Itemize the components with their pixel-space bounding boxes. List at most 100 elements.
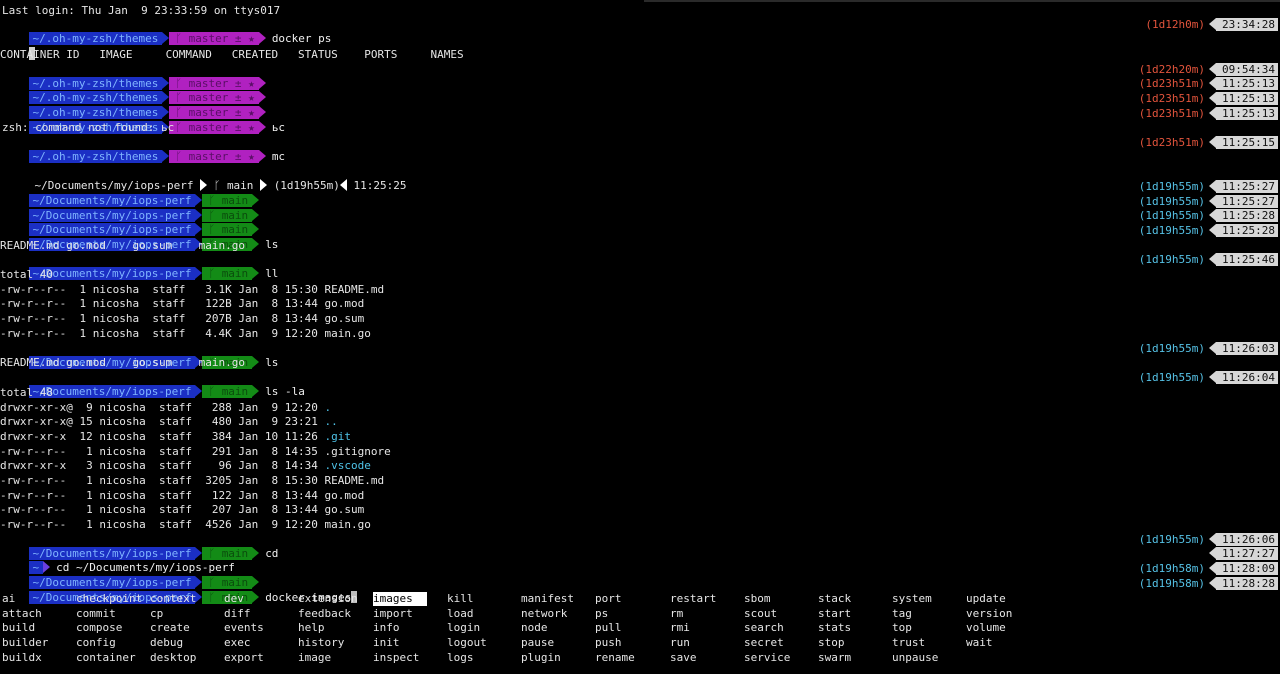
right-prompt: (1d22h20m) 09:54:34 — [1139, 63, 1278, 77]
la-row-dirname: .git — [324, 430, 352, 443]
completion-item-cp[interactable]: cp — [150, 607, 163, 621]
completion-item-volume[interactable]: volume — [966, 621, 1006, 635]
prompt-line: ~/Documents/my/iops-perf ᚴ main — [2, 180, 260, 207]
completion-item-history[interactable]: history — [298, 636, 344, 650]
completion-item-export[interactable]: export — [224, 651, 264, 665]
completion-item-images[interactable]: images — [373, 592, 427, 606]
completion-item-manifest[interactable]: manifest — [521, 592, 574, 606]
completion-item-swarm[interactable]: swarm — [818, 651, 851, 665]
right-prompt: (1d19h55m) 11:25:27 — [1139, 195, 1278, 209]
completion-item-build[interactable]: build — [2, 621, 35, 635]
completion-item-rename[interactable]: rename — [595, 651, 635, 665]
completion-item-context[interactable]: context — [150, 592, 196, 606]
completion-item-unpause[interactable]: unpause — [892, 651, 938, 665]
completion-item-inspect[interactable]: inspect — [373, 651, 419, 665]
completion-item-stats[interactable]: stats — [818, 621, 851, 635]
completion-item-create[interactable]: create — [150, 621, 190, 635]
prompt-path: ~/Documents/my/iops-perf — [28, 267, 196, 280]
prompt-git-branch: ᚴ master ± ★ — [169, 32, 259, 45]
completion-item-logout[interactable]: logout — [447, 636, 487, 650]
completion-item-restart[interactable]: restart — [670, 592, 716, 606]
powerline-arrow-left-icon — [1209, 342, 1217, 354]
completion-item-scout[interactable]: scout — [744, 607, 777, 621]
completion-item-commit[interactable]: commit — [76, 607, 116, 621]
completion-item-checkpoint[interactable]: checkpoint — [76, 592, 142, 606]
la-row-meta: -rw-r--r-- 1 nicosha staff 291 Jan 8 14:… — [0, 445, 325, 458]
completion-item-attach[interactable]: attach — [2, 607, 42, 621]
completion-item-dev[interactable]: dev — [224, 592, 244, 606]
completion-item-wait[interactable]: wait — [966, 636, 993, 650]
completion-item-network[interactable]: network — [521, 607, 567, 621]
prompt-time: 11:25:13 — [1216, 77, 1278, 90]
completion-item-rm[interactable]: rm — [670, 607, 683, 621]
completion-item-run[interactable]: run — [670, 636, 690, 650]
la-row: drwxr-xr-x@ 15 nicosha staff 480 Jan 9 2… — [0, 415, 338, 429]
prompt-elapsed: (1d23h51m) — [1138, 107, 1206, 120]
completion-item-buildx[interactable]: buildx — [2, 651, 42, 665]
completion-item-system[interactable]: system — [892, 592, 932, 606]
completion-item-exec[interactable]: exec — [224, 636, 251, 650]
completion-item-ai[interactable]: ai — [2, 592, 15, 606]
completion-item-top[interactable]: top — [892, 621, 912, 635]
completion-item-extension[interactable]: extension — [298, 592, 358, 606]
completion-item-info[interactable]: info — [373, 621, 400, 635]
command-text: ьс — [271, 121, 286, 134]
completion-item-init[interactable]: init — [373, 636, 400, 650]
command-text: docker ps — [271, 32, 332, 45]
la-row: drwxr-xr-x 12 nicosha staff 384 Jan 10 1… — [0, 430, 351, 444]
completion-item-image[interactable]: image — [298, 651, 331, 665]
completion-item-container[interactable]: container — [76, 651, 136, 665]
completion-item-start[interactable]: start — [818, 607, 851, 621]
completion-item-compose[interactable]: compose — [76, 621, 122, 635]
prompt-time: 11:25:27 — [1216, 180, 1278, 193]
completion-item-desktop[interactable]: desktop — [150, 651, 196, 665]
right-prompt: (1d19h55m) 11:26:04 — [1139, 371, 1278, 385]
active-prompt-line[interactable]: ~/Documents/my/iops-perf ᚴ main docker ima… — [2, 577, 358, 604]
la-row: -rw-r--r-- 1 nicosha staff 207 Jan 8 13:… — [0, 503, 364, 517]
completion-item-save[interactable]: save — [670, 651, 697, 665]
la-row-meta: -rw-r--r-- 1 nicosha staff 122 Jan 8 13:… — [0, 489, 325, 502]
completion-item-update[interactable]: update — [966, 592, 1006, 606]
completion-item-load[interactable]: load — [447, 607, 474, 621]
completion-item-plugin[interactable]: plugin — [521, 651, 561, 665]
completion-item-login[interactable]: login — [447, 621, 480, 635]
prompt-elapsed: (1d19h55m) — [273, 179, 340, 192]
la-row-meta: -rw-r--r-- 1 nicosha staff 207 Jan 8 13:… — [0, 503, 325, 516]
prompt-time: 11:25:15 — [1216, 136, 1278, 149]
completion-item-trust[interactable]: trust — [892, 636, 925, 650]
prompt-elapsed: (1d19h55m) — [1138, 371, 1206, 384]
completion-item-search[interactable]: search — [744, 621, 784, 635]
prompt-time: 11:25:13 — [1216, 92, 1278, 105]
completion-item-service[interactable]: service — [744, 651, 790, 665]
completion-item-port[interactable]: port — [595, 592, 622, 606]
completion-item-ps[interactable]: ps — [595, 607, 608, 621]
powerline-arrow-left-icon — [1209, 224, 1217, 236]
right-prompt: (1d19h55m) 11:26:06 — [1139, 533, 1278, 547]
completion-item-secret[interactable]: secret — [744, 636, 784, 650]
completion-item-pause[interactable]: pause — [521, 636, 554, 650]
completion-item-help[interactable]: help — [298, 621, 325, 635]
completion-item-tag[interactable]: tag — [892, 607, 912, 621]
cursor-line — [2, 33, 35, 60]
completion-item-logs[interactable]: logs — [447, 651, 474, 665]
prompt-path: ~/Documents/my/iops-perf — [28, 385, 196, 398]
prompt-git-branch: ᚴ master ± ★ — [169, 121, 259, 134]
completion-item-pull[interactable]: pull — [595, 621, 622, 635]
completion-item-version[interactable]: version — [966, 607, 1012, 621]
completion-item-stop[interactable]: stop — [818, 636, 845, 650]
completion-item-events[interactable]: events — [224, 621, 264, 635]
completion-item-node[interactable]: node — [521, 621, 548, 635]
completion-item-rmi[interactable]: rmi — [670, 621, 690, 635]
completion-item-stack[interactable]: stack — [818, 592, 851, 606]
completion-item-feedback[interactable]: feedback — [298, 607, 351, 621]
completion-item-push[interactable]: push — [595, 636, 622, 650]
terminal-scroll-indicator — [644, 0, 1280, 2]
completion-item-diff[interactable]: diff — [224, 607, 251, 621]
completion-item-import[interactable]: import — [373, 607, 413, 621]
completion-item-builder[interactable]: builder — [2, 636, 48, 650]
completion-item-config[interactable]: config — [76, 636, 116, 650]
completion-item-debug[interactable]: debug — [150, 636, 183, 650]
completion-item-kill[interactable]: kill — [447, 592, 474, 606]
completion-item-sbom[interactable]: sbom — [744, 592, 771, 606]
terminal-window[interactable]: Last login: Thu Jan 9 23:33:59 on ttys01… — [0, 0, 1280, 674]
